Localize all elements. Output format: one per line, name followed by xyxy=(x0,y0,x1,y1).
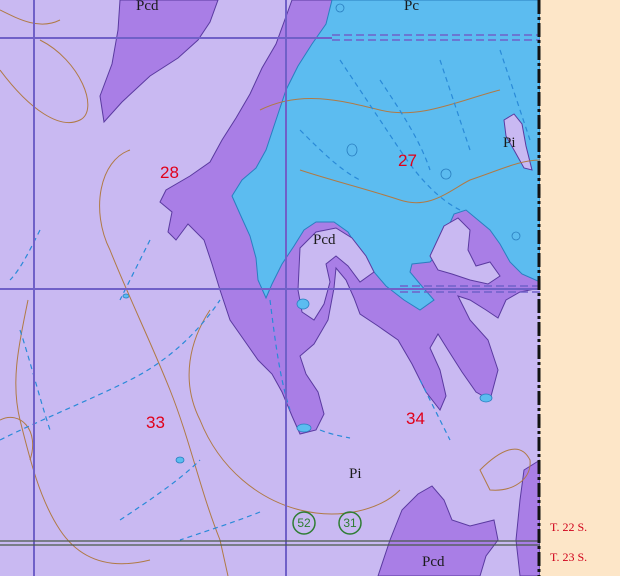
svg-text:52: 52 xyxy=(297,516,311,530)
unit-label-pi-south: Pi xyxy=(349,466,362,482)
section-number-33: 33 xyxy=(146,413,165,432)
township-label-t23s: T. 23 S. xyxy=(550,550,587,564)
section-number-28: 28 xyxy=(160,163,179,182)
township-label-t22s: T. 22 S. xyxy=(550,520,587,534)
unit-label-pc-north: Pc xyxy=(404,0,419,14)
unit-label-pcd-south: Pcd xyxy=(422,554,445,570)
unit-label-pi-east: Pi xyxy=(503,135,516,151)
unit-label-pcd-central: Pcd xyxy=(313,232,336,248)
geologic-map[interactable]: 28 27 33 34 Pc Pcd Pi Pcd Pi Pcd 52 31 T… xyxy=(0,0,620,576)
section-number-34: 34 xyxy=(406,409,425,428)
svg-text:31: 31 xyxy=(343,516,357,530)
map-canvas[interactable]: 28 27 33 34 Pc Pcd Pi Pcd Pi Pcd 52 31 T… xyxy=(0,0,620,576)
section-number-27: 27 xyxy=(398,151,417,170)
unit-label-pcd-northwest: Pcd xyxy=(136,0,159,14)
map-margin xyxy=(540,0,620,576)
